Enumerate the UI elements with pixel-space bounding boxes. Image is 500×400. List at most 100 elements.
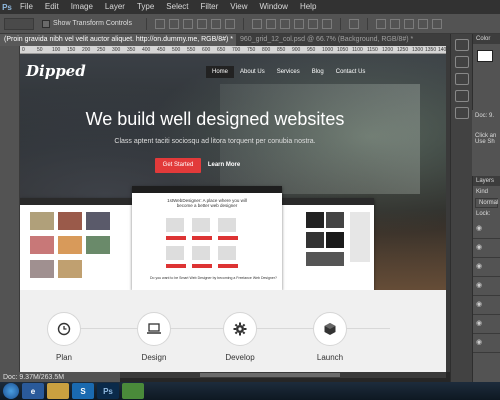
distribute-left-icon[interactable]	[293, 18, 304, 29]
learn-more-button[interactable]: Learn More	[204, 158, 244, 173]
document-canvas[interactable]: Dipped Home About Us Services Blog Conta…	[20, 54, 446, 372]
ruler-label: 1350	[425, 47, 437, 53]
menu-file[interactable]: File	[14, 0, 39, 14]
visibility-eye-icon[interactable]: ◉	[476, 320, 484, 328]
preview-button	[192, 264, 212, 268]
character-icon[interactable]	[454, 73, 469, 85]
preview-button	[218, 236, 238, 240]
layers-panel-header[interactable]: Layers	[473, 176, 500, 186]
menu-view[interactable]: View	[224, 0, 253, 14]
document-tab-active[interactable]: (Proin gravida nibh vel velit auctor ali…	[0, 34, 236, 46]
align-bottom-icon[interactable]	[182, 18, 193, 29]
3d-drag-icon[interactable]	[403, 18, 414, 29]
history-icon[interactable]	[454, 39, 469, 51]
ruler-label: 400	[142, 47, 151, 53]
3d-roll-icon[interactable]	[389, 18, 400, 29]
layer-row[interactable]: ◉	[473, 220, 500, 239]
distribute-hcenter-icon[interactable]	[307, 18, 318, 29]
visibility-eye-icon[interactable]: ◉	[476, 244, 484, 252]
distribute-vcenter-icon[interactable]	[265, 18, 276, 29]
visibility-eye-icon[interactable]: ◉	[476, 225, 484, 233]
layer-row[interactable]: ◉	[473, 315, 500, 334]
preview-thumbnail	[326, 232, 344, 248]
align-right-icon[interactable]	[224, 18, 235, 29]
tool-preset-picker[interactable]	[4, 17, 34, 30]
ruler-label: 1050	[337, 47, 349, 53]
menu-image[interactable]: Image	[65, 0, 99, 14]
process-section: Plan Design Develop Launch	[20, 290, 446, 372]
nav-blog[interactable]: Blog	[306, 66, 330, 78]
menu-edit[interactable]: Edit	[39, 0, 65, 14]
3d-slide-icon[interactable]	[417, 18, 428, 29]
info-hint: Use Sh	[475, 139, 495, 145]
process-step-develop: Develop	[200, 312, 280, 362]
filter-kind-label: Kind	[476, 189, 489, 195]
distribute-bottom-icon[interactable]	[279, 18, 290, 29]
photoshop-logo-icon: Ps	[2, 2, 12, 12]
align-hcenter-icon[interactable]	[210, 18, 221, 29]
preview-thumbnail	[306, 232, 324, 248]
blend-mode-select[interactable]: Normal	[475, 198, 498, 208]
ie-taskbar-icon[interactable]: e	[22, 383, 44, 399]
ruler-label: 600	[202, 47, 211, 53]
menu-type[interactable]: Type	[131, 0, 160, 14]
visibility-eye-icon[interactable]: ◉	[476, 339, 484, 347]
skype-taskbar-icon[interactable]: S	[72, 383, 94, 399]
start-button-icon[interactable]	[3, 383, 19, 399]
process-label: Launch	[316, 353, 344, 362]
layer-row[interactable]: ◉	[473, 239, 500, 258]
menu-window[interactable]: Window	[254, 0, 294, 14]
nav-home[interactable]: Home	[206, 66, 235, 78]
3d-scale-icon[interactable]	[431, 18, 442, 29]
menu-filter[interactable]: Filter	[195, 0, 225, 14]
app-taskbar-icon[interactable]	[122, 383, 144, 399]
ruler-label: 1000	[322, 47, 334, 53]
tools-panel	[0, 34, 20, 374]
menu-help[interactable]: Help	[294, 0, 322, 14]
nav-services[interactable]: Services	[271, 66, 306, 78]
options-bar: Show Transform Controls	[0, 14, 500, 34]
lock-label: Lock:	[476, 211, 491, 217]
ruler-label: 1300	[412, 47, 424, 53]
brush-icon[interactable]	[454, 107, 469, 119]
document-tab-grid[interactable]: 960_grid_12_col.psd @ 66.7% (Background,…	[236, 34, 436, 46]
paragraph-icon[interactable]	[454, 90, 469, 102]
separator	[339, 17, 341, 30]
3d-rotate-icon[interactable]	[375, 18, 386, 29]
scrollbar-thumb[interactable]	[200, 373, 340, 377]
nav-contact-us[interactable]: Contact Us	[330, 66, 372, 78]
preview-button	[218, 264, 238, 268]
hero-section: Dipped Home About Us Services Blog Conta…	[20, 54, 446, 290]
nav-about-us[interactable]: About Us	[234, 66, 271, 78]
distribute-right-icon[interactable]	[321, 18, 332, 29]
visibility-eye-icon[interactable]: ◉	[476, 301, 484, 309]
preview-thumbnail	[306, 252, 344, 266]
preview-thumbnail	[192, 246, 210, 260]
preview-thumbnail	[58, 212, 82, 230]
visibility-eye-icon[interactable]: ◉	[476, 282, 484, 290]
auto-align-icon[interactable]	[348, 18, 359, 29]
preview-thumbnail	[166, 246, 184, 260]
get-started-button[interactable]: Get Started	[155, 158, 201, 173]
menu-select[interactable]: Select	[160, 0, 194, 14]
foreground-swatch[interactable]	[477, 50, 493, 62]
cube-icon	[313, 312, 347, 346]
layer-filter[interactable]: Kind	[473, 186, 500, 198]
actions-icon[interactable]	[454, 56, 469, 68]
menu-layer[interactable]: Layer	[99, 0, 131, 14]
explorer-taskbar-icon[interactable]	[47, 383, 69, 399]
preview-thumbnail	[192, 218, 210, 232]
align-vcenter-icon[interactable]	[168, 18, 179, 29]
layer-row[interactable]: ◉	[473, 277, 500, 296]
layer-row[interactable]: ◉	[473, 334, 500, 353]
align-top-icon[interactable]	[154, 18, 165, 29]
layer-row[interactable]: ◉	[473, 296, 500, 315]
color-panel-header[interactable]: Color	[473, 34, 500, 44]
ruler-label: 1150	[367, 47, 378, 53]
photoshop-taskbar-icon[interactable]: Ps	[97, 383, 119, 399]
distribute-top-icon[interactable]	[251, 18, 262, 29]
layer-row[interactable]: ◉	[473, 258, 500, 277]
visibility-eye-icon[interactable]: ◉	[476, 263, 484, 271]
align-left-icon[interactable]	[196, 18, 207, 29]
show-transform-checkbox[interactable]	[42, 19, 50, 28]
